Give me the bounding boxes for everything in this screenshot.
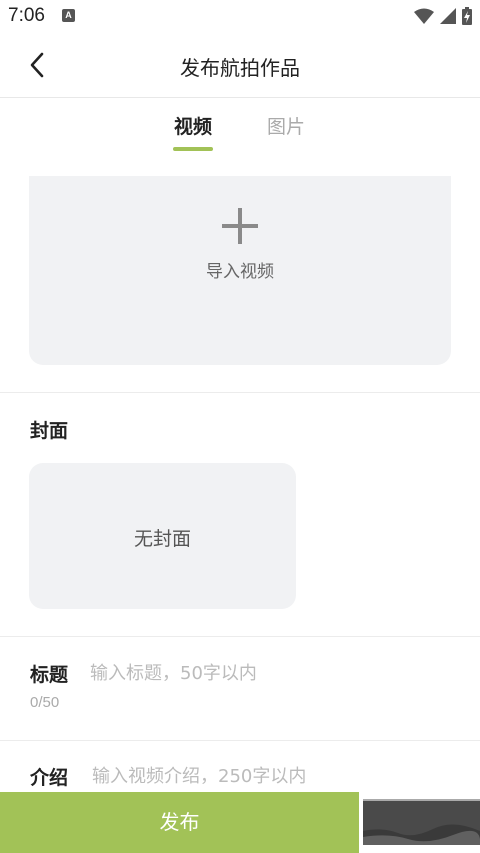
tab-image[interactable]: 图片	[266, 112, 306, 139]
title-char-counter: 0/50	[30, 694, 60, 711]
tab-video[interactable]: 视频	[173, 112, 213, 139]
cover-section-label: 封面	[30, 420, 69, 442]
import-video-label: 导入视频	[206, 262, 274, 282]
intro-input[interactable]	[92, 762, 452, 790]
publish-button[interactable]: 发布	[0, 792, 359, 853]
status-bar: 7:06 A	[0, 0, 480, 32]
cover-picker[interactable]: 无封面	[29, 463, 296, 609]
intro-field-label: 介绍	[30, 767, 69, 789]
divider	[0, 636, 480, 637]
title-field-label: 标题	[30, 664, 69, 686]
no-cover-text: 无封面	[133, 528, 191, 550]
thumbnail-image	[363, 799, 480, 845]
app-header: 发布航拍作品	[0, 32, 480, 98]
import-video-button[interactable]: 导入视频	[29, 176, 451, 365]
notification-badge-icon: A	[62, 9, 75, 22]
video-thumbnail	[359, 792, 480, 853]
thumbnail-graphic-icon	[363, 801, 480, 845]
page-title: 发布航拍作品	[180, 56, 300, 80]
divider	[0, 740, 480, 741]
divider	[0, 392, 480, 393]
title-input[interactable]	[90, 659, 450, 687]
active-tab-indicator	[173, 147, 213, 151]
signal-icon	[440, 8, 456, 24]
wifi-icon	[414, 8, 434, 24]
plus-icon	[222, 208, 258, 244]
battery-charging-icon	[462, 7, 472, 25]
status-time: 7:06	[8, 5, 45, 26]
status-icons	[414, 6, 472, 26]
media-type-tabs: 视频 图片	[0, 98, 480, 154]
